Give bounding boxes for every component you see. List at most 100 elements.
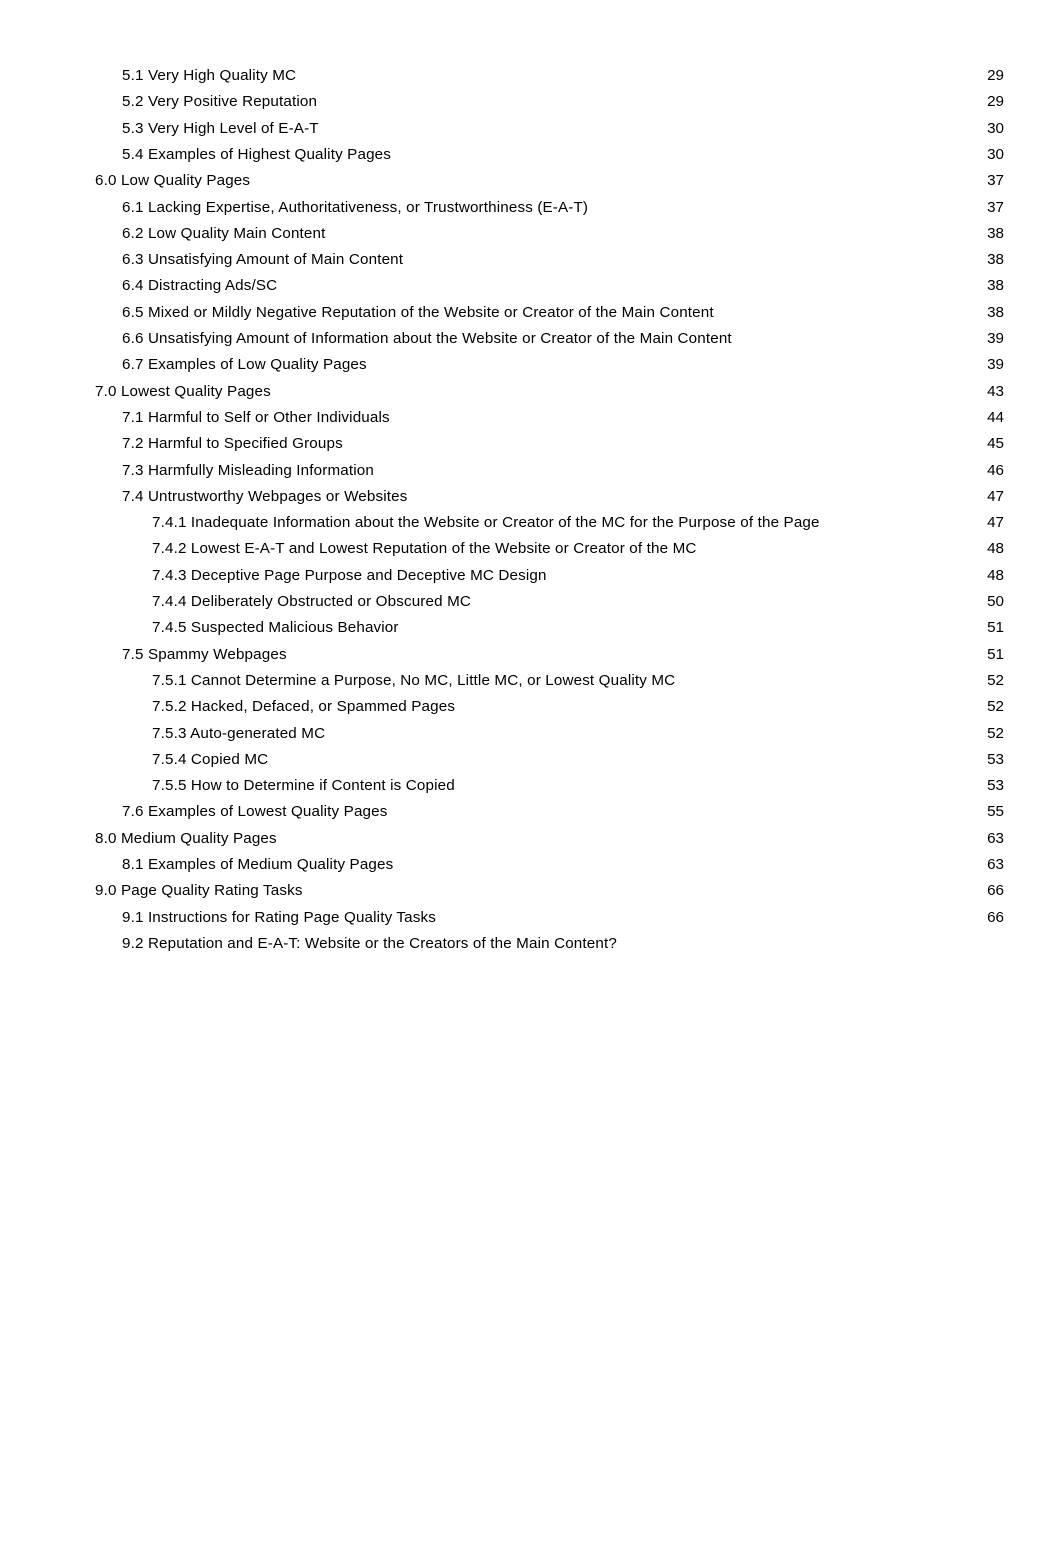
toc-entry-label: 7.3 Harmfully Misleading Information (122, 461, 374, 479)
toc-entry-page-number: 66 (987, 908, 1004, 926)
toc-entry-label: 7.5 Spammy Webpages (122, 645, 287, 663)
toc-entry[interactable] (0, 1247, 1062, 1273)
toc-entry-page-number: 48 (987, 566, 1004, 584)
toc-entry[interactable]: 7.5 Spammy Webpages 51 (0, 642, 1062, 668)
toc-entry[interactable]: 7.2 Harmful to Specified Groups 45 (0, 431, 1062, 457)
toc-entry[interactable] (0, 1168, 1062, 1194)
toc-entry-label: 7.4.5 Suspected Malicious Behavior (152, 619, 399, 637)
toc-entry-label: 9.0 Page Quality Rating Tasks (95, 882, 303, 900)
toc-entry-label: 7.2 Harmful to Specified Groups (122, 435, 343, 453)
toc-entry[interactable]: 6.1 Lacking Expertise, Authoritativeness… (0, 195, 1062, 221)
toc-entry[interactable] (0, 1220, 1062, 1246)
toc-entry[interactable]: 8.0 Medium Quality Pages 63 (0, 826, 1062, 852)
toc-entry-label: 8.0 Medium Quality Pages (95, 829, 277, 847)
toc-entry[interactable]: 7.4.5 Suspected Malicious Behavior 51 (0, 615, 1062, 641)
toc-entry-page-number: 66 (987, 882, 1004, 900)
toc-entry-page-number: 51 (987, 619, 1004, 637)
toc-entry-label: 7.1 Harmful to Self or Other Individuals (122, 408, 390, 426)
toc-entry-page-number: 43 (987, 382, 1004, 400)
toc-entry[interactable]: 7.4 Untrustworthy Webpages or Websites 47 (0, 484, 1062, 510)
toc-entry-page-number: 38 (987, 277, 1004, 295)
toc-entry[interactable]: 6.4 Distracting Ads/SC 38 (0, 273, 1062, 299)
toc-entry[interactable]: 5.4 Examples of Highest Quality Pages 30 (0, 142, 1062, 168)
toc-entry-label: 6.6 Unsatisfying Amount of Information a… (122, 330, 732, 347)
toc-entry-label: 5.1 Very High Quality MC (122, 67, 297, 84)
toc-entry-label: 7.4 Untrustworthy Webpages or Websites (122, 487, 408, 505)
toc-entry-page-number: 39 (987, 330, 1004, 347)
toc-entry-page-number: 38 (987, 224, 1004, 242)
toc-entry-label: 7.0 Lowest Quality Pages (95, 382, 271, 400)
toc-entry[interactable]: 6.3 Unsatisfying Amount of Main Content 3… (0, 247, 1062, 273)
page-footer (0, 1272, 1062, 1306)
toc-entry-page-number: 37 (987, 198, 1004, 216)
toc-entry[interactable] (0, 1115, 1062, 1141)
toc-entry[interactable] (0, 1194, 1062, 1220)
toc-entry-label: 6.5 Mixed or Mildly Negative Reputation … (122, 303, 714, 321)
toc-entry-page-number: 52 (987, 724, 1004, 742)
toc-entry-page-number: 52 (987, 698, 1004, 716)
toc-entry-page-number: 51 (987, 645, 1004, 663)
toc-entry[interactable] (0, 1036, 1062, 1062)
toc-entry-label: 6.4 Distracting Ads/SC (122, 277, 278, 295)
toc-entry[interactable]: 6.0 Low Quality Pages 37 (0, 168, 1062, 194)
toc-entry-page-number: 44 (987, 408, 1004, 426)
toc-entry[interactable]: 7.5.1 Cannot Determine a Purpose, No MC,… (0, 668, 1062, 694)
toc-entry-page-number: 47 (987, 487, 1004, 505)
toc-entry-label: 7.6 Examples of Lowest Quality Pages (122, 803, 388, 821)
toc-entry-page-number: 48 (987, 540, 1004, 558)
toc-entry-label: 5.4 Examples of Highest Quality Pages (122, 145, 392, 163)
toc-entry[interactable]: 6.7 Examples of Low Quality Pages 39 (0, 352, 1062, 378)
toc-entry-page-number: 38 (987, 303, 1004, 321)
toc-entry[interactable]: 8.1 Examples of Medium Quality Pages 63 (0, 852, 1062, 878)
toc-entry[interactable]: 7.4.3 Deceptive Page Purpose and Decepti… (0, 563, 1062, 589)
toc-entry[interactable] (0, 1141, 1062, 1167)
toc-entry-label: 7.4.1 Inadequate Information about the W… (152, 514, 820, 532)
toc-entry-page-number: 30 (987, 145, 1004, 163)
toc-entry[interactable]: 7.5.4 Copied MC 53 (0, 747, 1062, 773)
toc-entry[interactable] (0, 957, 1062, 983)
toc-entry[interactable]: 5.1 Very High Quality MC 29 (0, 63, 1062, 89)
toc-entry[interactable]: 7.0 Lowest Quality Pages 43 (0, 379, 1062, 405)
toc-entry-label: 6.1 Lacking Expertise, Authoritativeness… (122, 198, 589, 216)
toc-entry[interactable]: 9.0 Page Quality Rating Tasks 66 (0, 878, 1062, 904)
toc-entry-label: 7.5.3 Auto-generated MC (152, 724, 326, 742)
toc-entry[interactable]: 7.3 Harmfully Misleading Information 46 (0, 458, 1062, 484)
toc-entry-page-number: 46 (987, 461, 1004, 479)
toc-entry-page-number: 55 (987, 803, 1004, 821)
toc-entry[interactable] (0, 1089, 1062, 1115)
toc-entry[interactable] (0, 1062, 1062, 1088)
toc-entry-label: 9.1 Instructions for Rating Page Quality… (122, 908, 436, 926)
toc-entry[interactable]: 7.5.5 How to Determine if Content is Cop… (0, 773, 1062, 799)
toc-entry-page-number: 30 (987, 119, 1004, 137)
toc-entry-label: 7.4.3 Deceptive Page Purpose and Decepti… (152, 566, 547, 584)
toc-entry-page-number: 53 (987, 750, 1004, 768)
toc-entry-page-number: 63 (987, 856, 1004, 873)
toc-entry[interactable]: 6.2 Low Quality Main Content 38 (0, 221, 1062, 247)
toc-entry-page-number: 47 (987, 514, 1004, 532)
toc-entry-label: 7.5.2 Hacked, Defaced, or Spammed Pages (152, 698, 456, 716)
toc-entry-page-number: 37 (987, 172, 1004, 190)
toc-entry[interactable]: 7.5.3 Auto-generated MC 52 (0, 721, 1062, 747)
toc-entry[interactable]: 9.2 Reputation and E-A-T: Website or the… (0, 931, 1062, 957)
toc-entry[interactable]: 5.3 Very High Level of E-A-T 30 (0, 116, 1062, 142)
toc-entry-page-number: 29 (987, 67, 1004, 84)
toc-entry-page-number: 53 (987, 777, 1004, 795)
toc-entry-page-number: 29 (987, 93, 1004, 111)
toc-entry[interactable]: 7.6 Examples of Lowest Quality Pages 55 (0, 799, 1062, 825)
toc-entry[interactable]: 6.5 Mixed or Mildly Negative Reputation … (0, 300, 1062, 326)
toc-entry-label: 8.1 Examples of Medium Quality Pages (122, 856, 394, 873)
toc-entry[interactable]: 7.4.1 Inadequate Information about the W… (0, 510, 1062, 536)
toc-entry[interactable]: 6.6 Unsatisfying Amount of Information a… (0, 326, 1062, 352)
toc-entry[interactable] (0, 1010, 1062, 1036)
toc-entry[interactable]: 9.1 Instructions for Rating Page Quality… (0, 905, 1062, 931)
toc-entry[interactable]: 7.4.4 Deliberately Obstructed or Obscure… (0, 589, 1062, 615)
toc-entry-page-number: 52 (987, 671, 1004, 689)
toc-entry-label: 7.5.5 How to Determine if Content is Cop… (152, 777, 455, 795)
toc-entry[interactable]: 7.1 Harmful to Self or Other Individuals… (0, 405, 1062, 431)
toc-entry-label: 6.7 Examples of Low Quality Pages (122, 356, 367, 374)
toc-entry-label: 7.4.2 Lowest E-A-T and Lowest Reputation… (152, 540, 697, 558)
toc-entry[interactable]: 5.2 Very Positive Reputation 29 (0, 89, 1062, 115)
toc-entry[interactable]: 7.5.2 Hacked, Defaced, or Spammed Pages 5… (0, 694, 1062, 720)
toc-entry[interactable] (0, 984, 1062, 1010)
toc-entry[interactable]: 7.4.2 Lowest E-A-T and Lowest Reputation… (0, 536, 1062, 562)
